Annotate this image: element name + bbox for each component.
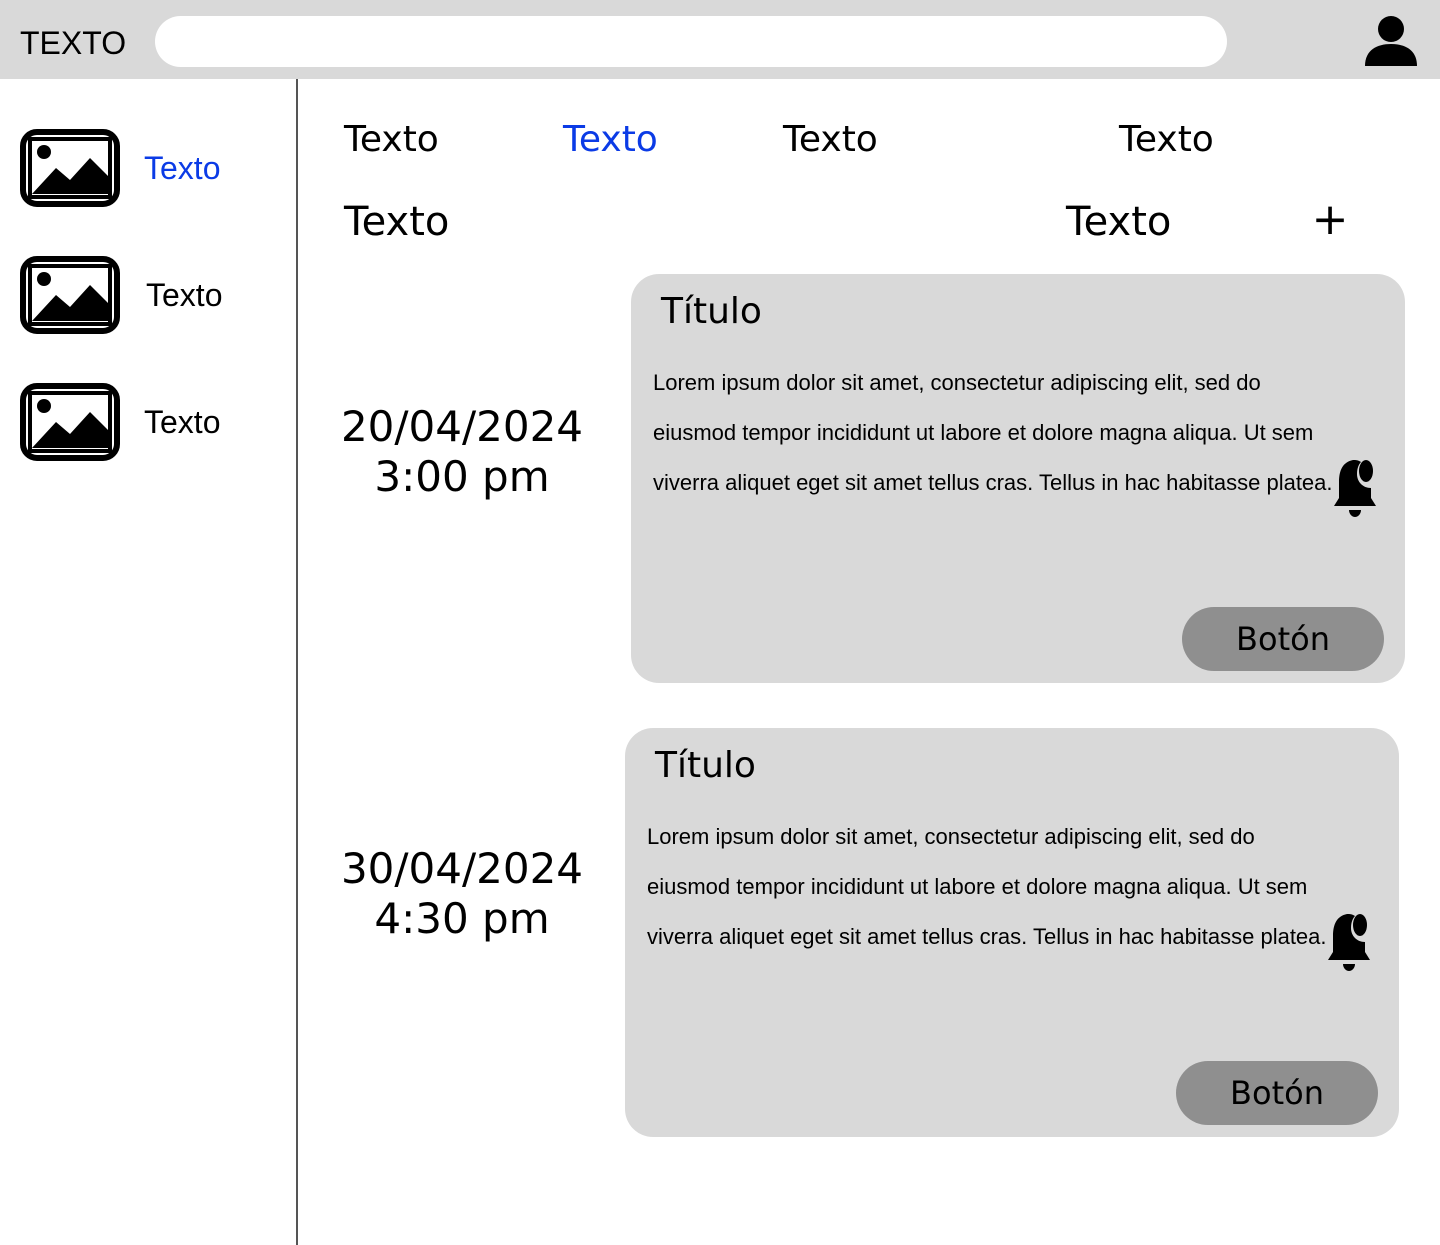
section-filter-label[interactable]: Texto bbox=[1066, 198, 1171, 246]
event-time: 4:30 pm bbox=[374, 894, 550, 943]
card-title: Título bbox=[655, 745, 756, 786]
image-icon bbox=[20, 383, 120, 461]
sidebar-item-2[interactable]: Texto bbox=[20, 255, 280, 335]
bell-icon[interactable] bbox=[1327, 908, 1371, 976]
event-datetime: 30/04/2024 4:30 pm bbox=[332, 844, 592, 944]
event-date: 20/04/2024 bbox=[340, 402, 584, 451]
card-action-button[interactable]: Botón bbox=[1176, 1061, 1378, 1125]
add-button[interactable]: + bbox=[1310, 196, 1350, 244]
card-title: Título bbox=[661, 291, 762, 332]
card-body: Lorem ipsum dolor sit amet, consectetur … bbox=[647, 824, 1327, 949]
sidebar-item-label: Texto bbox=[144, 150, 221, 186]
app-title: TEXTO bbox=[20, 25, 127, 61]
sidebar-item-label: Texto bbox=[144, 404, 221, 440]
tab-4[interactable]: Texto bbox=[1119, 118, 1214, 162]
sidebar-divider bbox=[296, 79, 298, 1245]
image-icon bbox=[20, 256, 120, 334]
tab-1[interactable]: Texto bbox=[344, 118, 439, 162]
sidebar-item-3[interactable]: Texto bbox=[20, 382, 280, 462]
user-icon[interactable] bbox=[1364, 14, 1418, 68]
sidebar-item-label: Texto bbox=[146, 277, 223, 313]
sidebar-item-1[interactable]: Texto bbox=[20, 128, 280, 208]
event-date: 30/04/2024 bbox=[340, 844, 584, 893]
top-bar: TEXTO bbox=[0, 0, 1440, 79]
section-heading: Texto bbox=[344, 199, 450, 245]
bell-icon[interactable] bbox=[1333, 454, 1377, 522]
tab-2[interactable]: Texto bbox=[563, 118, 658, 162]
event-datetime: 20/04/2024 3:00 pm bbox=[332, 402, 592, 502]
card-body: Lorem ipsum dolor sit amet, consectetur … bbox=[653, 370, 1333, 495]
card-action-button[interactable]: Botón bbox=[1182, 607, 1384, 671]
image-icon bbox=[20, 129, 120, 207]
tab-3[interactable]: Texto bbox=[783, 118, 878, 162]
event-card: Título Lorem ipsum dolor sit amet, conse… bbox=[631, 274, 1405, 683]
event-card: Título Lorem ipsum dolor sit amet, conse… bbox=[625, 728, 1399, 1137]
search-input[interactable] bbox=[155, 16, 1227, 67]
event-time: 3:00 pm bbox=[374, 452, 550, 501]
